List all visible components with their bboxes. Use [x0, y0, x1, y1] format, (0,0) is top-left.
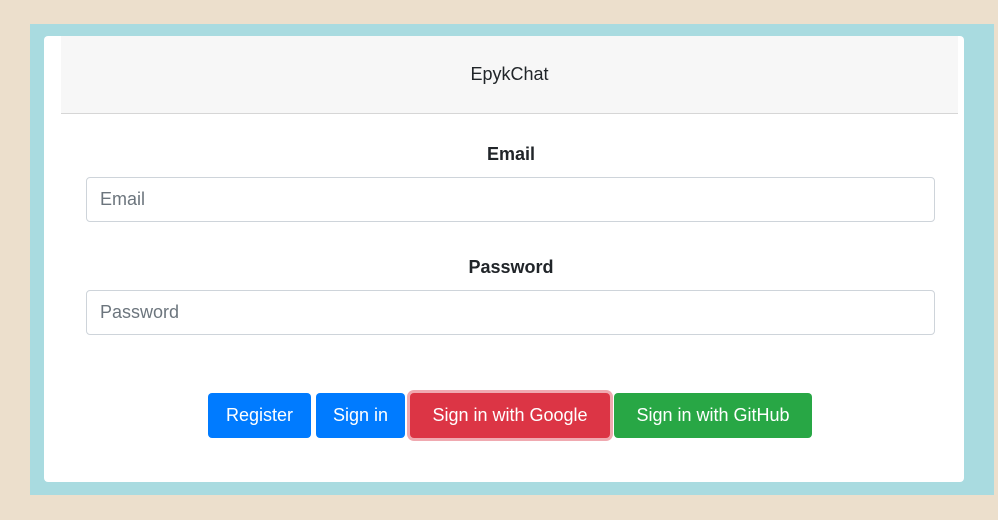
- login-card: EpykChat Email Password Register Sign in…: [44, 36, 964, 482]
- password-input[interactable]: [86, 290, 935, 335]
- password-label: Password: [468, 257, 554, 277]
- email-label: Email: [486, 144, 536, 164]
- card-header: EpykChat: [61, 36, 958, 114]
- sign-in-button[interactable]: Sign in: [316, 393, 405, 438]
- register-button[interactable]: Register: [208, 393, 311, 438]
- sign-in-github-button[interactable]: Sign in with GitHub: [614, 393, 812, 438]
- email-input[interactable]: [86, 177, 935, 222]
- app-frame: EpykChat Email Password Register Sign in…: [30, 24, 994, 495]
- sign-in-google-button[interactable]: Sign in with Google: [410, 393, 610, 438]
- app-title: EpykChat: [470, 64, 549, 84]
